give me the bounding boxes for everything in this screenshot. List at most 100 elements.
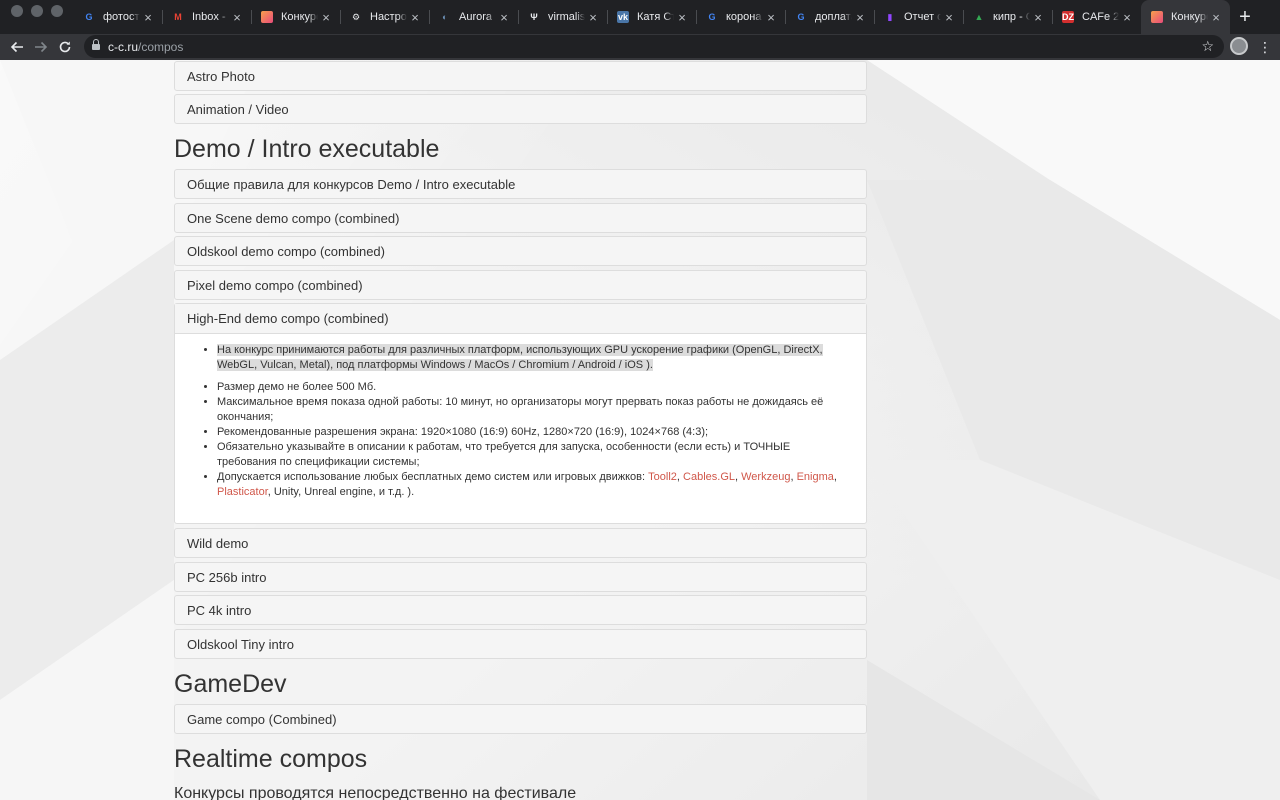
rules-list: На конкурс принимаются работы для различ… (217, 343, 846, 500)
realtime-subtitle: Конкурсы проводятся непосредственно на ф… (174, 785, 577, 800)
browser-tab[interactable]: M Inbox - lab× (162, 0, 251, 34)
accordion-demo-rules[interactable]: Общие правила для конкурсов Demo / Intro… (174, 169, 867, 199)
accordion-label: PC 4k intro (187, 602, 252, 618)
gmail-icon: M (174, 12, 182, 22)
browser-tab[interactable]: Конкурсы× (251, 0, 340, 34)
tab-title: CAFe 2020 (1082, 11, 1119, 23)
tab-title: Отчет о (904, 11, 941, 23)
accordion-astro-photo[interactable]: Astro Photo (174, 61, 867, 91)
link-tooll2[interactable]: Tooll2 (648, 471, 677, 483)
accordion-high-end-demo: High-End demo compo (combined) На конкур… (174, 303, 867, 524)
rule-item: Рекомендованные разрешения экрана: 1920×… (217, 425, 846, 440)
close-tab-icon[interactable]: × (1032, 10, 1044, 25)
browser-tab[interactable]: Gкорона с× (696, 0, 785, 34)
tab-title: virmalised (548, 11, 585, 23)
tab-title: Inbox - lab (192, 11, 229, 23)
profile-avatar[interactable] (1230, 37, 1248, 55)
site-icon (261, 11, 273, 23)
close-tab-icon[interactable]: × (943, 10, 955, 25)
section-title-realtime: Realtime compos (174, 745, 368, 773)
accordion-header[interactable]: High-End demo compo (combined) (175, 304, 866, 334)
arrow-right-icon (35, 41, 48, 53)
browser-tab[interactable]: DZ CAFe 2020× (1052, 0, 1141, 34)
accordion-pc-256b-intro[interactable]: PC 256b intro (174, 562, 867, 592)
accordion-label: PC 256b intro (187, 569, 267, 585)
close-tab-icon[interactable]: × (587, 10, 599, 25)
close-window-button[interactable] (11, 5, 23, 17)
forward-button[interactable] (29, 35, 53, 59)
back-button[interactable] (5, 35, 29, 59)
maximize-window-button[interactable] (51, 5, 63, 17)
address-bar[interactable]: c-c.ru/compos ☆ (84, 35, 1224, 58)
browser-tab[interactable]: Ψvirmalised× (518, 0, 607, 34)
menu-icon[interactable]: ⋮ (1258, 37, 1272, 57)
browser-tab[interactable]: ▲ кипр - G× (963, 0, 1052, 34)
accordion-label: Pixel demo compo (combined) (187, 277, 363, 293)
google-icon: G (85, 12, 93, 22)
close-tab-icon[interactable]: × (320, 10, 332, 25)
accordion-pixel-demo[interactable]: Pixel demo compo (combined) (174, 270, 867, 300)
reload-button[interactable] (53, 35, 77, 59)
new-tab-button[interactable]: + (1230, 0, 1260, 34)
reload-icon (59, 41, 71, 53)
browser-tab[interactable]: ◐ Aurora Hub× (429, 0, 518, 34)
browser-tab[interactable]: Gфотостоки× (73, 0, 162, 34)
accordion-label: Game compo (Combined) (187, 711, 337, 727)
close-tab-icon[interactable]: × (676, 10, 688, 25)
tab-title: корона с (726, 11, 763, 23)
browser-tab[interactable]: Gдоплата× (785, 0, 874, 34)
accordion-label: Wild demo (187, 535, 249, 551)
accordion-label: Astro Photo (187, 68, 255, 84)
google-icon: G (797, 12, 805, 22)
accordion-label: Oldskool demo compo (combined) (187, 243, 385, 259)
accordion-game-compo[interactable]: Game compo (Combined) (174, 704, 867, 734)
tab-title: Aurora Hub (459, 11, 496, 23)
accordion-oldskool-tiny-intro[interactable]: Oldskool Tiny intro (174, 629, 867, 659)
tabs: Gфотостоки×MInbox - lab×Конкурсы×⚙Настро… (73, 0, 1230, 34)
link-cables-gl[interactable]: Cables.GL (683, 471, 735, 483)
close-tab-icon[interactable]: × (1121, 10, 1133, 25)
lock-icon (92, 39, 100, 51)
gear-icon: ⚙ (351, 11, 361, 22)
accordion-label: High-End demo compo (combined) (187, 311, 389, 326)
rule-item: Максимальное время показа одной работы: … (217, 395, 846, 425)
browser-tab[interactable]: ⚙ Настройки× (340, 0, 429, 34)
google-icon: G (708, 12, 716, 22)
accordion-wild-demo[interactable]: Wild demo (174, 528, 867, 558)
close-tab-icon[interactable]: × (142, 10, 154, 25)
tab-title: Настройки (370, 11, 407, 23)
aurora-icon: ◐ (442, 12, 448, 22)
browser-tab[interactable]: ▮ Отчет о × (874, 0, 963, 34)
close-tab-icon[interactable]: × (498, 10, 510, 25)
browser-tab[interactable]: vk Катя Стр× (607, 0, 696, 34)
accordion-oldskool-demo[interactable]: Oldskool demo compo (combined) (174, 236, 867, 266)
close-tab-icon[interactable]: × (231, 10, 243, 25)
drive-icon: ▲ (974, 12, 984, 22)
close-tab-icon[interactable]: × (854, 10, 866, 25)
accordion-label: Общие правила для конкурсов Demo / Intro… (187, 176, 516, 192)
accordion-animation-video[interactable]: Animation / Video (174, 94, 867, 124)
tab-title: доплата (815, 11, 852, 23)
browser-tab[interactable]: Конкурсы× (1141, 0, 1230, 34)
accordion-one-scene-demo[interactable]: One Scene demo compo (combined) (174, 203, 867, 233)
close-tab-icon[interactable]: × (409, 10, 421, 25)
rule-item: Обязательно указывайте в описании к рабо… (217, 440, 846, 470)
link-werkzeug[interactable]: Werkzeug (741, 471, 790, 483)
link-enigma[interactable]: Enigma (797, 471, 834, 483)
star-icon[interactable]: ☆ (1201, 38, 1214, 55)
browser-toolbar: c-c.ru/compos ☆ ⋮ (0, 34, 1280, 60)
tab-title: фотостоки (103, 11, 140, 23)
vk-icon: vk (617, 11, 629, 23)
minimize-window-button[interactable] (31, 5, 43, 17)
close-tab-icon[interactable]: × (765, 10, 777, 25)
dz-icon: DZ (1062, 11, 1074, 23)
link-plasticator[interactable]: Plasticator (217, 486, 268, 498)
accordion-label: Oldskool Tiny intro (187, 636, 294, 652)
arrow-left-icon (10, 41, 23, 53)
tab-title: кипр - G (993, 11, 1030, 23)
close-tab-icon[interactable]: × (1210, 10, 1222, 25)
accordion-label: Animation / Video (187, 101, 289, 117)
section-title-gamedev: GameDev (174, 670, 287, 698)
accordion-pc-4k-intro[interactable]: PC 4k intro (174, 595, 867, 625)
site-icon (1151, 11, 1163, 23)
